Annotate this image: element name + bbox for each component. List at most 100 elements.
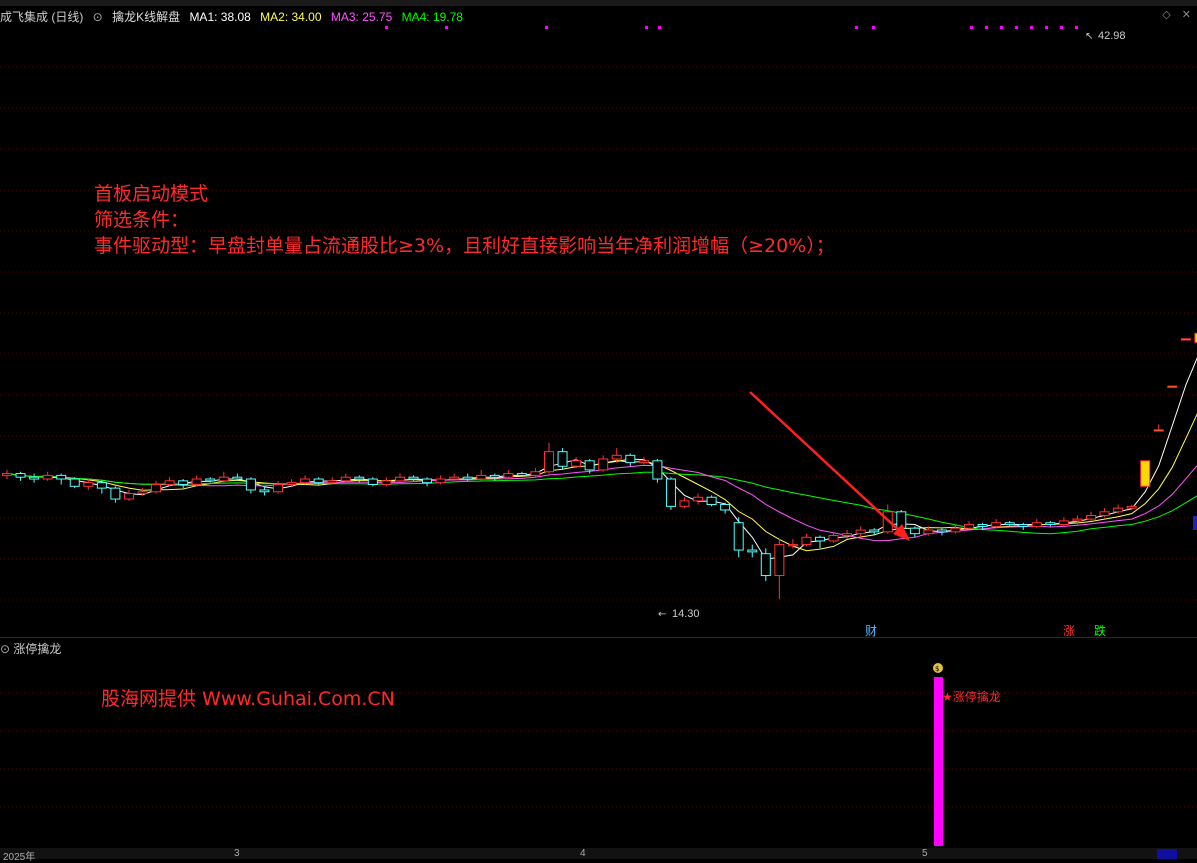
- date-axis-month-4: 4: [580, 848, 586, 859]
- candle-down: [1019, 525, 1028, 527]
- diamond-icon[interactable]: ◇: [1162, 9, 1170, 21]
- candle-down: [314, 479, 323, 483]
- candle-down: [111, 488, 120, 499]
- ma2-value: MA2: 34.00: [260, 10, 321, 24]
- candle-up: [1127, 506, 1136, 508]
- candle-up: [599, 459, 608, 470]
- candle-up: [341, 477, 350, 481]
- candle-up: [639, 461, 648, 463]
- candle-up: [694, 497, 703, 501]
- candle-up: [301, 479, 310, 483]
- candle-up: [219, 477, 228, 481]
- candle-down: [558, 452, 567, 467]
- chart-header: 成飞集成 (日线) ⊙ 擒龙K线解盘 MA1: 38.08 MA2: 34.00…: [0, 8, 1197, 26]
- candle-down: [653, 461, 662, 479]
- candle-down: [870, 530, 879, 532]
- candle-up: [572, 461, 581, 466]
- candle-down: [206, 479, 215, 481]
- date-axis: 2025年 3 4 5: [0, 848, 1197, 859]
- candle-down: [748, 550, 757, 552]
- candle-up: [1032, 523, 1041, 527]
- candle-up: [545, 452, 554, 472]
- candle-up: [951, 528, 960, 532]
- low-price-label: 14.30: [672, 608, 700, 620]
- candle-up: [395, 477, 404, 481]
- candle-up: [1073, 519, 1082, 521]
- collapse-icon[interactable]: ⊙: [0, 642, 10, 656]
- candle-up: [680, 501, 689, 506]
- candle-up: [829, 535, 838, 540]
- signal-dot: [545, 26, 548, 29]
- pane-divider[interactable]: [0, 637, 1197, 638]
- ma4-line: [7, 354, 1197, 534]
- candle-up: [84, 483, 93, 487]
- candle-up: [450, 477, 459, 479]
- annotation-title: 首板启动模式: [94, 181, 835, 207]
- ma4-value: MA4: 19.78: [402, 10, 463, 24]
- signal-dot: [1075, 26, 1078, 29]
- candle-down: [260, 490, 269, 492]
- candle-up: [1114, 508, 1123, 512]
- signal-dot: [1015, 26, 1018, 29]
- scroll-button[interactable]: [1157, 849, 1177, 859]
- candle-up: [802, 537, 811, 544]
- candle-up: [1087, 515, 1096, 519]
- candle-up: [1059, 521, 1068, 525]
- signal-dot: [855, 26, 858, 29]
- indicator-toggle-icon[interactable]: ⊙: [93, 10, 103, 24]
- annotation-condition: 事件驱动型：早盘封单量占流通股比≥3%，且利好直接影响当年净利润增幅（≥20%）…: [94, 233, 835, 259]
- sub-indicator-title[interactable]: 涨停擒龙: [13, 642, 61, 656]
- candle-up: [138, 492, 147, 494]
- date-axis-month-3: 3: [234, 848, 240, 859]
- candle-down: [816, 537, 825, 541]
- high-arrow-icon: ↖: [1085, 31, 1093, 42]
- candle-down: [70, 479, 79, 486]
- signal-dot: [985, 26, 988, 29]
- candle-down: [666, 479, 675, 506]
- close-icon[interactable]: ✕: [1182, 9, 1191, 21]
- candle-up: [1141, 461, 1150, 486]
- signal-dot: [872, 26, 875, 29]
- ma1-value: MA1: 38.08: [189, 10, 250, 24]
- event-marker-finance: 财: [865, 624, 877, 637]
- money-bag-glyph: $: [935, 665, 939, 673]
- candle-down: [409, 477, 418, 479]
- signal-dot: [658, 26, 661, 29]
- candle-up: [328, 481, 337, 483]
- top-signal-dots: [385, 26, 1078, 29]
- top-menu-strip: [0, 0, 1197, 6]
- annotation-arrow: [750, 392, 906, 537]
- candle-up: [3, 474, 12, 476]
- ma3-value: MA3: 25.75: [331, 10, 392, 24]
- candle-up: [856, 530, 865, 534]
- indicator-name[interactable]: 擒龙K线解盘: [112, 10, 180, 24]
- strategy-annotation: 首板启动模式 筛选条件： 事件驱动型：早盘封单量占流通股比≥3%，且利好直接影响…: [94, 181, 835, 259]
- candle-up: [477, 475, 486, 479]
- signal-dot: [1045, 26, 1048, 29]
- date-axis-year: 2025年: [3, 848, 35, 863]
- candle-up: [965, 525, 974, 529]
- candle-down: [463, 477, 472, 479]
- candle-down: [517, 474, 526, 476]
- candle-down: [1046, 523, 1055, 525]
- candle-up: [192, 479, 201, 484]
- candle-down: [16, 474, 25, 478]
- candle-down: [355, 477, 364, 479]
- signal-dot: [1030, 26, 1033, 29]
- candle-down: [910, 528, 919, 533]
- candle-up: [843, 534, 852, 536]
- candle-down: [97, 483, 106, 488]
- candle-down: [978, 525, 987, 527]
- candle-down: [761, 554, 770, 576]
- candle-up: [274, 484, 283, 491]
- stock-title[interactable]: 成飞集成 (日线): [0, 10, 83, 24]
- signal-dot: [1060, 26, 1063, 29]
- high-price-label: 42.98: [1098, 30, 1126, 42]
- candle-up: [612, 455, 621, 459]
- candlestick-chart[interactable]: 42.98 ↖ 14.30 ← 财 涨 跌: [0, 26, 1197, 637]
- candle-down: [30, 477, 39, 479]
- ma3-line: [7, 214, 1197, 541]
- signal-dot: [970, 26, 973, 29]
- candle-up: [1154, 430, 1163, 431]
- candle-up: [124, 494, 133, 499]
